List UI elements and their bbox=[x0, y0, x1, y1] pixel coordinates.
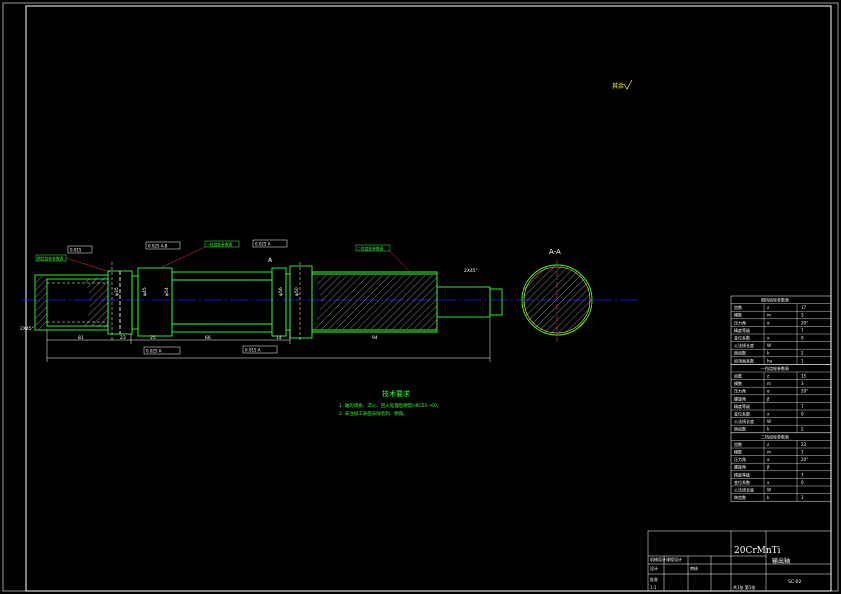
svg-text:φ45: φ45 bbox=[142, 287, 148, 296]
title-scale: 1:1 bbox=[650, 585, 657, 590]
dim-81: 81 bbox=[78, 335, 84, 341]
param-table-cell: 20° bbox=[801, 457, 808, 462]
title-part-name: 输出轴 bbox=[772, 557, 790, 565]
chamfer-right: 2X45° bbox=[464, 268, 478, 274]
title-material: 20CrMnTi bbox=[734, 546, 781, 556]
param-table-cell: 变位系数 bbox=[734, 479, 750, 485]
callout-bottom-0: 0.025 A bbox=[146, 349, 162, 354]
param-table-cell: 公法线长度 bbox=[734, 418, 754, 424]
title-sheet: 共1张 第1张 bbox=[733, 584, 755, 590]
chamfer-left: 2X45° bbox=[20, 326, 34, 332]
param-table-cell: β bbox=[767, 465, 770, 470]
callout-top-1: 0.015 bbox=[70, 248, 82, 253]
param-table-cell: 变位系数 bbox=[734, 335, 750, 341]
param-table-cell: 齿数 bbox=[734, 373, 742, 379]
param-table-cell: 公法线长度 bbox=[734, 342, 754, 348]
param-table-cell: 齿顶高系数 bbox=[734, 357, 754, 363]
dim-23: 23 bbox=[120, 335, 126, 341]
param-table-cell: 压力角 bbox=[734, 319, 746, 325]
svg-text:φ56: φ56 bbox=[278, 287, 284, 296]
param-table-cell: 20° bbox=[801, 320, 808, 325]
param-table-cell: 变位系数 bbox=[734, 411, 750, 417]
param-table-cell: W bbox=[767, 419, 771, 424]
title-checker: 审核 bbox=[690, 565, 698, 571]
tech-line-1: 1. 轴的调质、淬火、回火处理后硬度HRC55~60。 bbox=[339, 402, 441, 409]
callout-top-2: 0.025 A bbox=[255, 242, 271, 247]
param-table-cell: 17 bbox=[801, 305, 807, 310]
param-table-cell: 齿数 bbox=[734, 441, 742, 447]
param-table-cell: 公法线长度 bbox=[734, 487, 754, 493]
callout-bottom-1: 0.015 A bbox=[245, 348, 261, 353]
param-table-cell: 23 bbox=[801, 442, 807, 447]
leader-label-reverse: 倒挡齿轮参数表 bbox=[37, 256, 64, 261]
param-table-cell: z bbox=[767, 305, 769, 310]
title-approver: 批准 bbox=[650, 576, 658, 582]
param-table-cell: 跨齿数 bbox=[734, 426, 746, 432]
param-table-cell: ha bbox=[767, 358, 773, 363]
dim-94: 94 bbox=[372, 335, 378, 341]
param-table-cell: α bbox=[767, 457, 770, 462]
leader-label-first: 一挡齿轮参数表 bbox=[206, 242, 233, 247]
param-table-cell: z bbox=[767, 374, 769, 379]
param-table-cell: 压力角 bbox=[734, 456, 746, 462]
param-table-cell: 精度等级 bbox=[734, 327, 750, 333]
param-table-cell: W bbox=[767, 488, 771, 493]
tech-line-2: 2. 未注加工表面去除毛刺、倒角。 bbox=[339, 410, 408, 417]
param-table-cell: 压力角 bbox=[734, 388, 746, 394]
param-table-title: 二挡齿轮参数表 bbox=[761, 433, 789, 439]
param-table-cell: 螺旋角 bbox=[734, 395, 746, 401]
param-table-cell: m bbox=[767, 381, 771, 386]
param-table-cell: 精度等级 bbox=[734, 403, 750, 409]
tech-title: 技术要求 bbox=[382, 389, 410, 398]
param-table-cell: 齿数 bbox=[734, 304, 742, 310]
param-table-title: 倒挡齿轮参数表 bbox=[761, 297, 789, 303]
param-table-cell: 模数 bbox=[734, 449, 742, 455]
param-table-cell: m bbox=[767, 313, 771, 318]
param-table-cell: β bbox=[767, 396, 770, 401]
svg-text:φ50: φ50 bbox=[294, 287, 300, 296]
param-table-cell: α bbox=[767, 320, 770, 325]
svg-text:φ54: φ54 bbox=[164, 287, 170, 296]
param-table-cell: 模数 bbox=[734, 380, 742, 386]
param-table-cell: 跨齿数 bbox=[734, 350, 746, 356]
param-table-cell: 20° bbox=[801, 389, 808, 394]
param-table-cell: W bbox=[767, 343, 771, 348]
param-table-cell: 模数 bbox=[734, 312, 742, 318]
title-designer: 设计 bbox=[650, 565, 658, 571]
svg-text:φ35: φ35 bbox=[114, 287, 120, 296]
roughness-note-text: 其余 bbox=[612, 82, 624, 90]
title-org: 机械设计课程设计 bbox=[650, 556, 682, 562]
callout-top-0: 0.025 A-B bbox=[148, 244, 168, 249]
param-table-cell: α bbox=[767, 389, 770, 394]
param-table-cell: m bbox=[767, 450, 771, 455]
param-table-title: 一挡齿轮参数表 bbox=[761, 365, 789, 371]
leader-label-second: 二挡齿轮参数表 bbox=[357, 246, 384, 251]
dim-66: 66 bbox=[205, 335, 211, 341]
cad-drawing-sheet: 其余 φ35 φ45 φ54 φ56 φ50 81 23 25 66 14 94… bbox=[0, 0, 841, 594]
param-table-cell: z bbox=[767, 442, 769, 447]
dim-14: 14 bbox=[276, 335, 282, 341]
param-table-cell: 螺旋角 bbox=[734, 464, 746, 470]
param-table-cell: 跨齿数 bbox=[734, 494, 746, 500]
section-title: A-A bbox=[549, 248, 561, 256]
title-drawing-no: SC-02 bbox=[788, 579, 801, 585]
dim-25: 25 bbox=[150, 335, 156, 341]
param-table-cell: 15 bbox=[801, 374, 807, 379]
param-table-cell: 精度等级 bbox=[734, 471, 750, 477]
